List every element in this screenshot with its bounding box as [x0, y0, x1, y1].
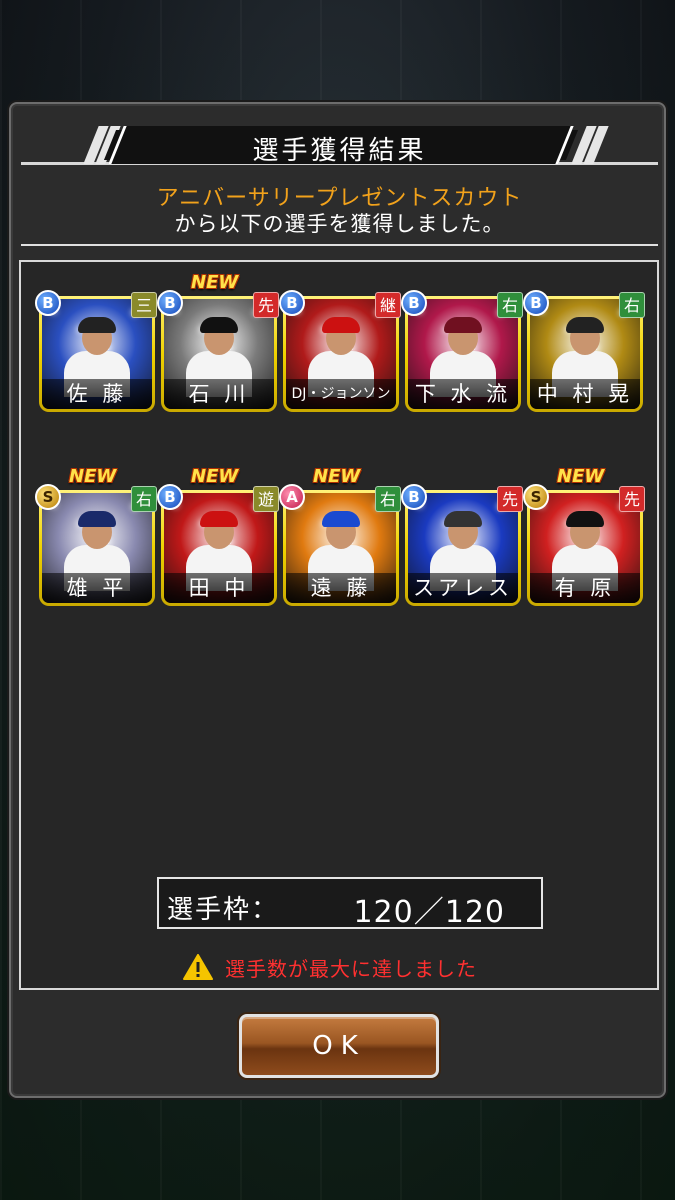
player-card[interactable]: DJ・ジョンソン B 継 — [279, 290, 401, 412]
player-list-panel: 佐 藤B三石 川 B 先 NEW DJ・ジョンソン B 継下 水 流B右中 村 晃B右雄 平… — [19, 260, 659, 990]
player-name: スアレス — [408, 573, 518, 603]
position-badge: 右 — [497, 292, 523, 318]
position-badge: 三 — [131, 292, 157, 318]
roster-capacity-box: 選手枠： 120／120 — [157, 877, 543, 930]
player-card[interactable]: 中 村 晃 B 右 — [523, 290, 645, 412]
roster-label: 選手枠： — [167, 895, 280, 925]
player-card[interactable]: 佐 藤 B 三 — [35, 290, 157, 412]
roster-value: 120／120 — [353, 895, 505, 930]
new-badge: NEW — [191, 272, 239, 293]
position-badge: 遊 — [253, 486, 279, 512]
new-badge: NEW — [69, 466, 117, 487]
player-name: 雄 平 — [42, 573, 152, 603]
player-card[interactable]: 石 川 B 先 NEW — [157, 272, 279, 412]
roster-warning: 選手数が最大に達しました — [183, 952, 477, 982]
player-card[interactable]: 遠 藤 A 右 NEW — [279, 466, 401, 606]
warning-text: 選手数が最大に達しました — [225, 956, 477, 981]
player-name: 有 原 — [530, 573, 640, 603]
divider — [21, 244, 658, 246]
warning-icon — [183, 954, 213, 980]
new-badge: NEW — [557, 466, 605, 487]
rank-badge: B — [401, 290, 427, 316]
rank-badge: B — [401, 484, 427, 510]
position-badge: 右 — [619, 292, 645, 318]
rank-badge: B — [157, 484, 183, 510]
player-card[interactable]: 有 原 S 先 NEW — [523, 466, 645, 606]
rank-badge: S — [35, 484, 61, 510]
position-badge: 右 — [375, 486, 401, 512]
title-bar: 選手獲得結果 — [21, 124, 658, 166]
position-badge: 継 — [375, 292, 401, 318]
player-card[interactable]: 雄 平 S 右 NEW — [35, 466, 157, 606]
new-badge: NEW — [191, 466, 239, 487]
rank-badge: B — [279, 290, 305, 316]
player-card[interactable]: 田 中 B 遊 NEW — [157, 466, 279, 606]
result-message: から以下の選手を獲得しました。 — [174, 212, 505, 236]
position-badge: 先 — [619, 486, 645, 512]
scout-result-dialog: 選手獲得結果 アニバーサリープレゼントスカウト から以下の選手を獲得しました。 … — [9, 102, 666, 1098]
player-card[interactable]: 下 水 流 B 右 — [401, 290, 523, 412]
player-name: 下 水 流 — [408, 379, 518, 409]
rank-badge: B — [157, 290, 183, 316]
player-name: 遠 藤 — [286, 573, 396, 603]
new-badge: NEW — [313, 466, 361, 487]
position-badge: 先 — [497, 486, 523, 512]
position-badge: 右 — [131, 486, 157, 512]
player-name: 石 川 — [164, 379, 274, 409]
rank-badge: S — [523, 484, 549, 510]
dialog-title: 選手獲得結果 — [252, 136, 427, 166]
position-badge: 先 — [253, 292, 279, 318]
rank-badge: A — [279, 484, 305, 510]
player-name: 中 村 晃 — [530, 379, 640, 409]
player-card[interactable]: スアレス B 先 — [401, 484, 523, 606]
rank-badge: B — [35, 290, 61, 316]
player-name: 佐 藤 — [42, 379, 152, 409]
rank-badge: B — [523, 290, 549, 316]
ok-button[interactable]: OK — [239, 1014, 439, 1078]
player-name: DJ・ジョンソン — [286, 379, 396, 409]
player-name: 田 中 — [164, 573, 274, 603]
